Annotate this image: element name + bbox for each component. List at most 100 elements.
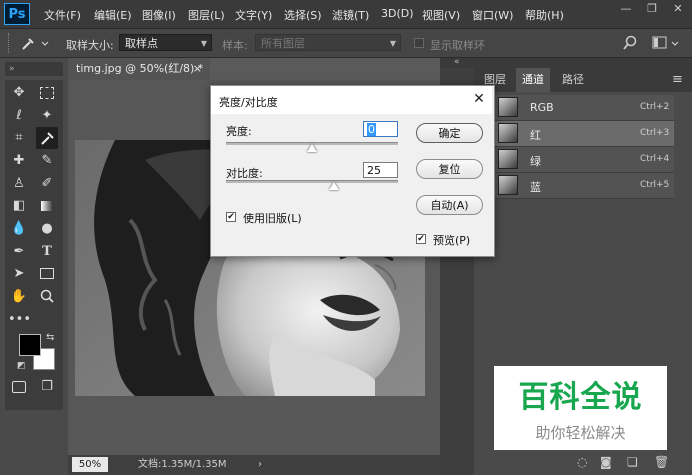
channel-row-rgb[interactable]: RGB Ctrl+2 <box>474 95 674 121</box>
panel-header <box>440 58 692 68</box>
workspace-switcher-icon[interactable] <box>652 35 682 51</box>
default-colors-icon[interactable]: ◩ <box>17 361 26 371</box>
clone-stamp-tool-icon[interactable]: ♙ <box>8 173 30 195</box>
blur-tool-icon[interactable]: 💧 <box>8 218 30 240</box>
crop-tool-icon[interactable]: ⌗ <box>8 127 30 149</box>
healing-brush-tool-icon[interactable]: ✚ <box>8 150 30 172</box>
path-selection-tool-icon[interactable]: ➤ <box>8 263 30 285</box>
watermark-subtitle: 助你轻松解决 <box>535 424 626 442</box>
rectangle-tool-icon[interactable] <box>36 263 58 285</box>
menu-filter[interactable]: 滤镜(T) <box>332 7 369 23</box>
contrast-slider-track[interactable] <box>226 180 398 183</box>
channel-name: RGB <box>530 101 554 114</box>
menu-window[interactable]: 窗口(W) <box>472 7 513 23</box>
chevron-down-icon: ▼ <box>389 39 396 48</box>
more-tools-icon[interactable]: ••• <box>8 309 31 331</box>
channel-row-red[interactable]: 红 Ctrl+3 <box>474 121 674 147</box>
menu-image[interactable]: 图像(I) <box>142 7 176 23</box>
channel-row-green[interactable]: 绿 Ctrl+4 <box>474 147 674 173</box>
brightness-slider-handle[interactable] <box>307 144 317 152</box>
collapse-panels-icon[interactable]: « <box>454 57 460 67</box>
toolbox-header: » <box>5 62 63 76</box>
tab-channels[interactable]: 通道 <box>516 68 550 92</box>
menu-file[interactable]: 文件(F) <box>44 7 81 23</box>
menu-3d[interactable]: 3D(D) <box>381 7 414 20</box>
close-window-icon[interactable]: ✕ <box>670 2 686 16</box>
channel-shortcut: Ctrl+5 <box>640 180 670 190</box>
swap-colors-icon[interactable]: ⇆ <box>46 332 54 343</box>
options-grip <box>8 33 12 53</box>
delete-channel-icon[interactable]: 🗑 <box>654 455 669 469</box>
eraser-tool-icon[interactable]: ◧ <box>8 195 30 217</box>
gradient-tool-icon[interactable] <box>36 195 58 217</box>
close-tab-icon[interactable]: × <box>193 58 202 80</box>
legacy-checkbox[interactable]: ✔ <box>226 212 236 222</box>
document-tab[interactable]: timg.jpg @ 50%(红/8) * × <box>68 58 210 80</box>
legacy-label: 使用旧版(L) <box>243 212 302 225</box>
search-icon[interactable] <box>622 35 638 51</box>
menu-edit[interactable]: 编辑(E) <box>94 7 132 23</box>
sample-value: 所有图层 <box>261 37 305 50</box>
menu-help[interactable]: 帮助(H) <box>525 7 564 23</box>
sample-select[interactable]: 所有图层 ▼ <box>255 34 401 51</box>
lasso-tool-icon[interactable]: ℓ <box>8 105 30 127</box>
move-tool-icon[interactable]: ✥ <box>8 82 30 104</box>
pen-tool-icon[interactable]: ✒ <box>8 241 30 263</box>
minimize-icon[interactable]: — <box>618 2 634 16</box>
brightness-input[interactable]: 0 <box>363 121 398 137</box>
eyedropper-tool-icon[interactable] <box>36 127 58 149</box>
options-bar: 取样大小: 取样点 ▼ 样本: 所有图层 ▼ 显示取样环 <box>0 29 692 58</box>
document-tab-title: timg.jpg @ 50%(红/8) * <box>76 62 204 75</box>
zoom-level[interactable]: 50% <box>72 457 108 472</box>
contrast-input[interactable]: 25 <box>363 162 398 178</box>
sample-size-select[interactable]: 取样点 ▼ <box>119 34 212 51</box>
contrast-label: 对比度: <box>226 167 263 180</box>
panel-menu-icon[interactable]: ≡ <box>672 72 683 87</box>
brush-tool-icon[interactable]: ✎ <box>36 150 58 172</box>
hand-tool-icon[interactable]: ✋ <box>8 286 30 308</box>
channel-row-blue[interactable]: 蓝 Ctrl+5 <box>474 173 674 199</box>
channel-name: 蓝 <box>530 181 541 194</box>
close-icon[interactable]: ✕ <box>470 90 488 108</box>
watermark: 百科全说 助你轻松解决 <box>494 366 667 450</box>
ok-button[interactable]: 确定 <box>416 123 483 143</box>
quick-mask-icon[interactable] <box>8 376 30 398</box>
preview-label: 预览(P) <box>433 234 471 247</box>
show-ring-checkbox[interactable] <box>414 38 424 48</box>
preview-checkbox[interactable]: ✔ <box>416 234 426 244</box>
dialog-title: 亮度/对比度 <box>219 96 278 109</box>
sample-label: 样本: <box>222 39 248 52</box>
channel-thumbnail <box>498 97 518 117</box>
menu-select[interactable]: 选择(S) <box>284 7 322 23</box>
dodge-tool-icon[interactable]: ● <box>36 218 58 240</box>
channel-thumbnail <box>498 123 518 143</box>
channel-name: 绿 <box>530 155 541 168</box>
type-tool-icon[interactable]: T <box>36 241 58 263</box>
photoshop-logo: Ps <box>4 3 30 25</box>
new-channel-icon[interactable]: ❏ <box>627 455 638 469</box>
tab-paths[interactable]: 路径 <box>556 68 590 92</box>
menu-layer[interactable]: 图层(L) <box>188 7 225 23</box>
screen-mode-icon[interactable]: ❐ <box>36 376 58 398</box>
channel-thumbnail <box>498 149 518 169</box>
marquee-tool-icon[interactable] <box>36 82 58 104</box>
save-selection-icon[interactable]: ◙ <box>600 455 612 469</box>
eyedropper-preset-icon[interactable] <box>20 35 50 51</box>
status-menu-arrow[interactable]: › <box>258 455 262 475</box>
auto-button[interactable]: 自动(A) <box>416 195 483 215</box>
zoom-tool-icon[interactable] <box>36 286 58 308</box>
foreground-color-swatch[interactable] <box>19 334 41 356</box>
load-selection-icon[interactable]: ◌ <box>577 455 587 469</box>
menu-type[interactable]: 文字(Y) <box>235 7 272 23</box>
restore-icon[interactable]: ❐ <box>644 2 660 16</box>
panel-footer: ◌ ◙ ❏ 🗑 <box>474 452 692 475</box>
magic-wand-tool-icon[interactable]: ✦ <box>36 105 58 127</box>
history-brush-tool-icon[interactable]: ✐ <box>36 173 58 195</box>
brightness-label: 亮度: <box>226 125 252 138</box>
reset-button[interactable]: 复位 <box>416 159 483 179</box>
channel-shortcut: Ctrl+2 <box>640 102 670 112</box>
menu-view[interactable]: 视图(V) <box>422 7 460 23</box>
dialog-titlebar[interactable]: 亮度/对比度 ✕ <box>211 86 492 114</box>
contrast-slider-handle[interactable] <box>328 182 339 190</box>
status-bar: 50% 文档:1.35M/1.35M › <box>68 455 440 475</box>
